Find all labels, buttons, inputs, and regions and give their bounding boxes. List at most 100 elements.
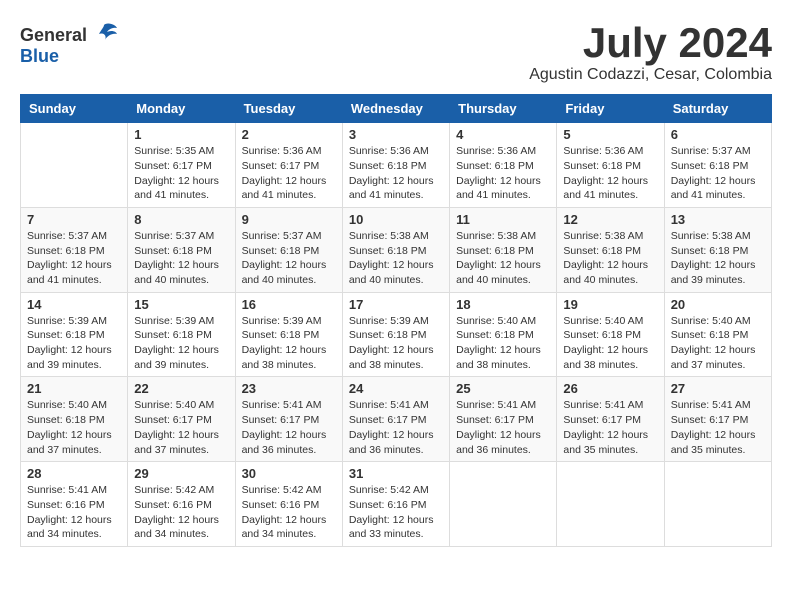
day-number: 29	[134, 466, 228, 481]
day-number: 30	[242, 466, 336, 481]
calendar-cell: 11Sunrise: 5:38 AMSunset: 6:18 PMDayligh…	[450, 207, 557, 292]
day-number: 10	[349, 212, 443, 227]
day-info: Sunrise: 5:41 AMSunset: 6:16 PMDaylight:…	[27, 483, 121, 542]
calendar-cell: 17Sunrise: 5:39 AMSunset: 6:18 PMDayligh…	[342, 292, 449, 377]
day-info: Sunrise: 5:38 AMSunset: 6:18 PMDaylight:…	[671, 229, 765, 288]
calendar-cell: 14 Sunrise: 5:39 AMSunset: 6:18 PMDayligh…	[21, 292, 128, 377]
day-info: Sunrise: 5:37 AMSunset: 6:18 PMDaylight:…	[242, 229, 336, 288]
day-info: Sunrise: 5:36 AMSunset: 6:18 PMDaylight:…	[563, 144, 657, 203]
day-info: Sunrise: 5:37 AMSunset: 6:18 PMDaylight:…	[134, 229, 228, 288]
day-number: 7	[27, 212, 121, 227]
day-info: Sunrise: 5:36 AMSunset: 6:17 PMDaylight:…	[242, 144, 336, 203]
calendar-cell: 8 Sunrise: 5:37 AMSunset: 6:18 PMDaylight…	[128, 207, 235, 292]
day-info: Sunrise: 5:37 AMSunset: 6:18 PMDaylight:…	[671, 144, 765, 203]
day-info: Sunrise: 5:37 AMSunset: 6:18 PMDaylight:…	[27, 229, 121, 288]
day-info: Sunrise: 5:38 AMSunset: 6:18 PMDaylight:…	[456, 229, 550, 288]
calendar-cell: 16 Sunrise: 5:39 AMSunset: 6:18 PMDayligh…	[235, 292, 342, 377]
day-info: Sunrise: 5:39 AMSunset: 6:18 PMDaylight:…	[27, 314, 121, 373]
day-info: Sunrise: 5:39 AMSunset: 6:18 PMDaylight:…	[242, 314, 336, 373]
weekday-header-monday: Monday	[128, 95, 235, 123]
logo-blue-text: Blue	[20, 46, 59, 67]
title-area: July 2024 Agustin Codazzi, Cesar, Colomb…	[529, 20, 772, 84]
calendar-cell: 5 Sunrise: 5:36 AMSunset: 6:18 PMDaylight…	[557, 123, 664, 208]
day-number: 2	[242, 127, 336, 142]
day-info: Sunrise: 5:35 AMSunset: 6:17 PMDaylight:…	[134, 144, 228, 203]
calendar-week-row: 28 Sunrise: 5:41 AMSunset: 6:16 PMDayligh…	[21, 462, 772, 547]
day-number: 4	[456, 127, 550, 142]
calendar-week-row: 7 Sunrise: 5:37 AMSunset: 6:18 PMDaylight…	[21, 207, 772, 292]
day-number: 1	[134, 127, 228, 142]
weekday-header-tuesday: Tuesday	[235, 95, 342, 123]
calendar-cell: 24 Sunrise: 5:41 AMSunset: 6:17 PMDayligh…	[342, 377, 449, 462]
day-info: Sunrise: 5:38 AMSunset: 6:18 PMDaylight:…	[349, 229, 443, 288]
calendar-cell: 20Sunrise: 5:40 AMSunset: 6:18 PMDayligh…	[664, 292, 771, 377]
calendar-cell: 29Sunrise: 5:42 AMSunset: 6:16 PMDayligh…	[128, 462, 235, 547]
day-info: Sunrise: 5:41 AMSunset: 6:17 PMDaylight:…	[671, 398, 765, 457]
day-info: Sunrise: 5:39 AMSunset: 6:18 PMDaylight:…	[134, 314, 228, 373]
calendar-cell	[557, 462, 664, 547]
day-number: 3	[349, 127, 443, 142]
day-number: 13	[671, 212, 765, 227]
weekday-header-row: SundayMondayTuesdayWednesdayThursdayFrid…	[21, 95, 772, 123]
calendar-cell: 26Sunrise: 5:41 AMSunset: 6:17 PMDayligh…	[557, 377, 664, 462]
day-number: 22	[134, 381, 228, 396]
calendar-week-row: 21 Sunrise: 5:40 AMSunset: 6:18 PMDayligh…	[21, 377, 772, 462]
calendar-cell	[21, 123, 128, 208]
day-info: Sunrise: 5:40 AMSunset: 6:18 PMDaylight:…	[456, 314, 550, 373]
day-info: Sunrise: 5:36 AMSunset: 6:18 PMDaylight:…	[349, 144, 443, 203]
weekday-header-thursday: Thursday	[450, 95, 557, 123]
day-number: 19	[563, 297, 657, 312]
calendar-week-row: 1 Sunrise: 5:35 AMSunset: 6:17 PMDaylight…	[21, 123, 772, 208]
day-number: 26	[563, 381, 657, 396]
day-number: 15	[134, 297, 228, 312]
day-number: 24	[349, 381, 443, 396]
day-info: Sunrise: 5:36 AMSunset: 6:18 PMDaylight:…	[456, 144, 550, 203]
calendar-cell: 21 Sunrise: 5:40 AMSunset: 6:18 PMDayligh…	[21, 377, 128, 462]
calendar-cell: 31Sunrise: 5:42 AMSunset: 6:16 PMDayligh…	[342, 462, 449, 547]
day-number: 8	[134, 212, 228, 227]
day-number: 21	[27, 381, 121, 396]
day-number: 9	[242, 212, 336, 227]
day-number: 16	[242, 297, 336, 312]
weekday-header-sunday: Sunday	[21, 95, 128, 123]
day-number: 14	[27, 297, 121, 312]
calendar-cell: 12Sunrise: 5:38 AMSunset: 6:18 PMDayligh…	[557, 207, 664, 292]
day-number: 5	[563, 127, 657, 142]
day-info: Sunrise: 5:40 AMSunset: 6:18 PMDaylight:…	[563, 314, 657, 373]
month-year-title: July 2024	[529, 20, 772, 66]
day-info: Sunrise: 5:40 AMSunset: 6:18 PMDaylight:…	[27, 398, 121, 457]
calendar-cell	[664, 462, 771, 547]
calendar-cell: 9 Sunrise: 5:37 AMSunset: 6:18 PMDaylight…	[235, 207, 342, 292]
calendar-cell: 2 Sunrise: 5:36 AMSunset: 6:17 PMDaylight…	[235, 123, 342, 208]
calendar-cell: 3 Sunrise: 5:36 AMSunset: 6:18 PMDaylight…	[342, 123, 449, 208]
day-number: 12	[563, 212, 657, 227]
header: General Blue July 2024 Agustin Codazzi, …	[20, 20, 772, 84]
weekday-header-saturday: Saturday	[664, 95, 771, 123]
day-number: 6	[671, 127, 765, 142]
day-number: 18	[456, 297, 550, 312]
day-info: Sunrise: 5:41 AMSunset: 6:17 PMDaylight:…	[456, 398, 550, 457]
calendar-week-row: 14 Sunrise: 5:39 AMSunset: 6:18 PMDayligh…	[21, 292, 772, 377]
day-info: Sunrise: 5:41 AMSunset: 6:17 PMDaylight:…	[349, 398, 443, 457]
day-number: 28	[27, 466, 121, 481]
day-info: Sunrise: 5:40 AMSunset: 6:18 PMDaylight:…	[671, 314, 765, 373]
calendar-cell: 19 Sunrise: 5:40 AMSunset: 6:18 PMDayligh…	[557, 292, 664, 377]
logo: General Blue	[20, 20, 119, 67]
day-number: 31	[349, 466, 443, 481]
day-number: 25	[456, 381, 550, 396]
day-info: Sunrise: 5:39 AMSunset: 6:18 PMDaylight:…	[349, 314, 443, 373]
calendar-cell: 1 Sunrise: 5:35 AMSunset: 6:17 PMDaylight…	[128, 123, 235, 208]
calendar-cell: 13 Sunrise: 5:38 AMSunset: 6:18 PMDayligh…	[664, 207, 771, 292]
logo-bird-icon	[89, 20, 119, 50]
calendar-cell: 30Sunrise: 5:42 AMSunset: 6:16 PMDayligh…	[235, 462, 342, 547]
calendar-cell: 6 Sunrise: 5:37 AMSunset: 6:18 PMDaylight…	[664, 123, 771, 208]
day-number: 27	[671, 381, 765, 396]
calendar-cell	[450, 462, 557, 547]
calendar-cell: 23Sunrise: 5:41 AMSunset: 6:17 PMDayligh…	[235, 377, 342, 462]
location-subtitle: Agustin Codazzi, Cesar, Colombia	[529, 66, 772, 84]
logo-general-text: General	[20, 25, 87, 46]
calendar-cell: 15 Sunrise: 5:39 AMSunset: 6:18 PMDayligh…	[128, 292, 235, 377]
calendar-cell: 10 Sunrise: 5:38 AMSunset: 6:18 PMDayligh…	[342, 207, 449, 292]
day-info: Sunrise: 5:40 AMSunset: 6:17 PMDaylight:…	[134, 398, 228, 457]
calendar-cell: 27 Sunrise: 5:41 AMSunset: 6:17 PMDayligh…	[664, 377, 771, 462]
